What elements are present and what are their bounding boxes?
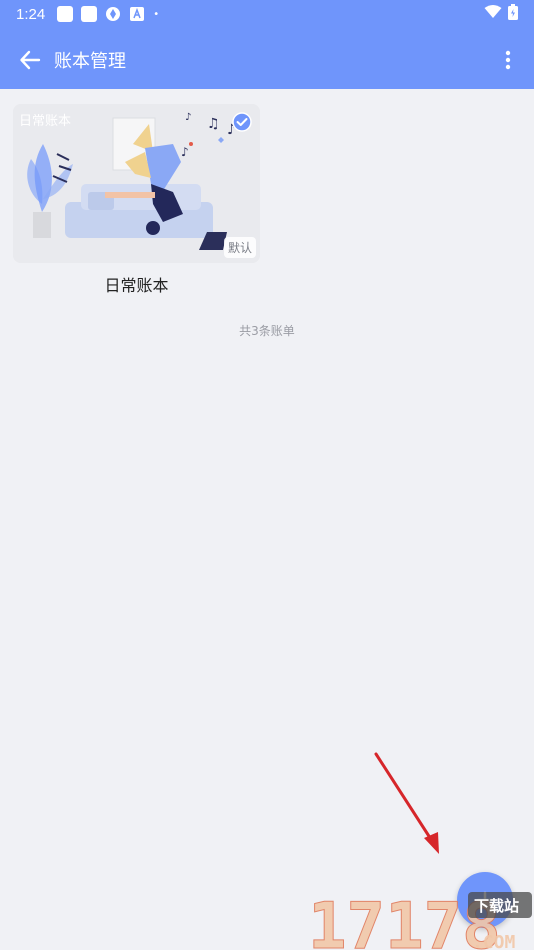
status-time: 1:24 — [16, 5, 46, 23]
svg-text:♪: ♪ — [185, 112, 191, 123]
notification-icon — [57, 6, 74, 22]
arrow-annotation — [374, 752, 439, 854]
bill-count-note: 共3条账单 — [239, 324, 295, 338]
check-icon — [232, 112, 252, 132]
card-title: 日常账本 — [19, 114, 72, 129]
page-title: 账本管理 — [54, 51, 126, 72]
back-arrow-icon — [20, 50, 41, 70]
status-bar: 1:24 • — [0, 0, 534, 28]
more-options-button[interactable] — [488, 38, 528, 82]
app-header: 1:24 • 账本管理 — [0, 0, 534, 89]
default-badge: 默认 — [223, 237, 256, 258]
watermark-logo: 17178 .COM 下载站 — [308, 890, 532, 950]
svg-text:♪: ♪ — [181, 145, 189, 159]
back-button[interactable] — [8, 38, 52, 82]
book-name[interactable]: 日常账本 — [13, 272, 260, 296]
wifi-icon — [484, 5, 502, 23]
svg-text:♫: ♫ — [207, 116, 220, 132]
svg-text:.COM: .COM — [472, 932, 516, 950]
account-book-card[interactable]: ♫ ♪ ♪ ♪ 日常账本 默认 — [13, 104, 260, 263]
site-watermark: 17178 .COM 下载站 — [308, 884, 534, 950]
toolbar: 账本管理 — [0, 36, 534, 84]
sync-icon — [105, 6, 121, 22]
dot-icon: • — [153, 8, 160, 20]
battery-icon — [508, 4, 518, 24]
svg-text:下载站: 下载站 — [474, 897, 519, 915]
notification-icon — [81, 6, 98, 22]
more-vertical-icon — [505, 50, 511, 70]
a-icon — [129, 6, 145, 22]
